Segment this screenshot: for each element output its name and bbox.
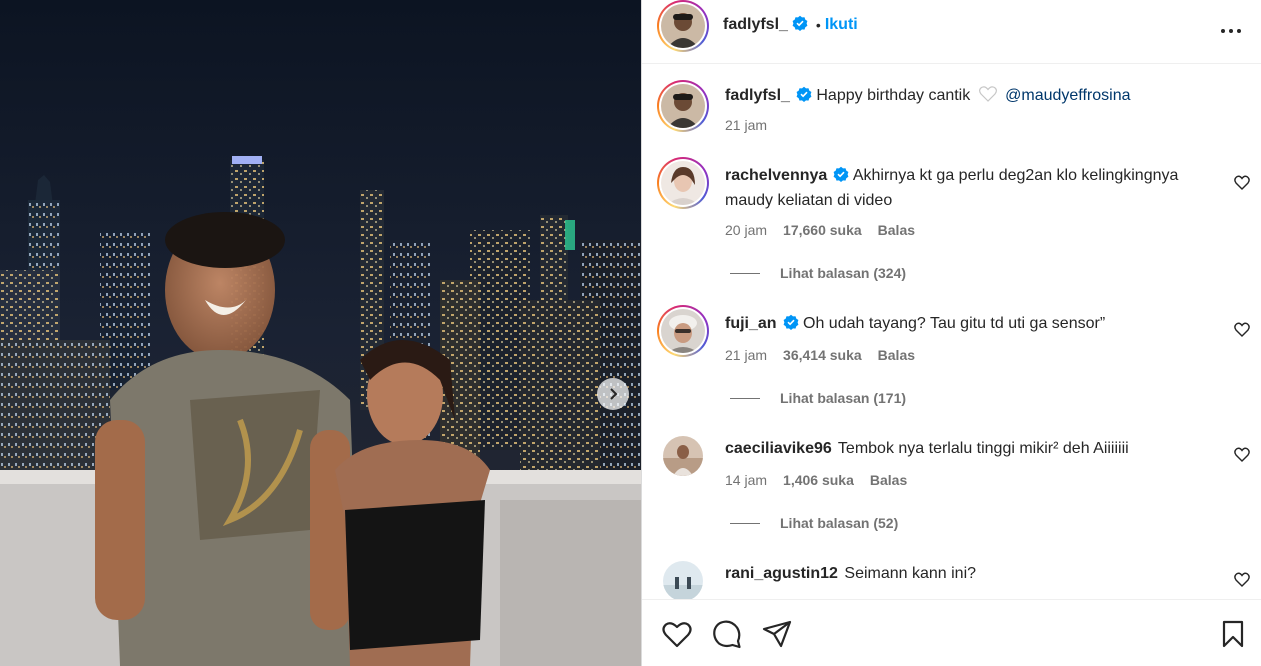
- mention-link[interactable]: @maudyeffrosina: [1005, 87, 1130, 104]
- view-replies-label: Lihat balasan (171): [780, 390, 907, 406]
- bookmark-icon: [1222, 620, 1244, 648]
- next-photo-button[interactable]: [597, 378, 629, 410]
- verified-badge-icon: [783, 314, 799, 337]
- more-icon: [1221, 29, 1241, 33]
- comment-text: caeciliavike96 Tembok nya terlalu tinggi…: [725, 437, 1225, 460]
- reply-button[interactable]: Balas: [870, 472, 907, 488]
- like-comment-heart-icon[interactable]: [1234, 175, 1250, 191]
- reply-button[interactable]: Balas: [878, 347, 915, 363]
- post-header: fadlyfsl_ • Ikuti: [642, 0, 1261, 64]
- comment-username[interactable]: rachelvennya: [725, 167, 827, 184]
- commenter-avatar[interactable]: [663, 561, 703, 599]
- avatar-image: [661, 309, 705, 353]
- replies-divider: [730, 397, 760, 399]
- post-photo[interactable]: [0, 0, 641, 666]
- comment-likes[interactable]: 1,406 suka: [783, 472, 854, 488]
- avatar-image: [661, 84, 705, 128]
- share-icon: [762, 620, 792, 648]
- comment-item: rachelvennya Akhirnya kt ga perlu deg2an…: [642, 145, 1261, 281]
- caption-username[interactable]: fadlyfsl_: [725, 87, 790, 104]
- caption-meta: 21 jam: [725, 117, 767, 133]
- comment-username[interactable]: caeciliavike96: [725, 440, 832, 457]
- view-replies-label: Lihat balasan (52): [780, 515, 899, 531]
- save-button[interactable]: [1217, 618, 1249, 650]
- commenter-avatar[interactable]: [657, 157, 709, 209]
- like-comment-heart-icon[interactable]: [1234, 572, 1250, 588]
- like-comment-heart-icon[interactable]: [1234, 447, 1250, 463]
- comment-text: rani_agustin12 Seimann kann ini?: [725, 562, 1225, 585]
- like-button[interactable]: [661, 618, 693, 650]
- caption-avatar[interactable]: [657, 80, 709, 132]
- comment-item: fuji_an Oh udah tayang? Tau gitu td uti …: [642, 295, 1261, 420]
- view-replies-label: Lihat balasan (324): [780, 265, 907, 281]
- comment-item: rani_agustin12 Seimann kann ini?: [642, 545, 1261, 599]
- caption: fadlyfsl_ Happy birthday cantik @maudyef…: [642, 65, 1261, 145]
- avatar-image: [661, 4, 705, 48]
- post-image: [0, 0, 641, 666]
- comment-time[interactable]: 21 jam: [725, 347, 767, 363]
- share-button[interactable]: [761, 618, 793, 650]
- comment-time[interactable]: 14 jam: [725, 472, 767, 488]
- commenter-avatar[interactable]: [663, 436, 703, 476]
- view-replies-button[interactable]: Lihat balasan (171): [730, 390, 906, 406]
- comment-body: Oh udah tayang? Tau gitu td uti ga senso…: [803, 315, 1106, 332]
- comment-body: Tembok nya terlalu tinggi mikir² deh Aii…: [837, 440, 1129, 457]
- follow-button[interactable]: Ikuti: [825, 16, 858, 34]
- avatar-image: [663, 561, 703, 599]
- caption-body: Happy birthday cantik: [816, 87, 971, 104]
- like-comment-heart-icon[interactable]: [1234, 322, 1250, 338]
- comment-likes[interactable]: 17,660 suka: [783, 222, 862, 238]
- commenter-avatar[interactable]: [657, 305, 709, 357]
- author-username[interactable]: fadlyfsl_: [723, 16, 788, 34]
- reply-button[interactable]: Balas: [878, 222, 915, 238]
- white-heart-icon: [978, 86, 997, 109]
- view-replies-button[interactable]: Lihat balasan (52): [730, 515, 898, 531]
- comment-icon: [713, 620, 741, 649]
- comment-username[interactable]: rani_agustin12: [725, 565, 838, 582]
- comment-item: caeciliavike96 Tembok nya terlalu tinggi…: [642, 420, 1261, 545]
- verified-badge-icon: [796, 86, 812, 109]
- comment-meta: 20 jam 17,660 suka Balas: [725, 222, 915, 238]
- author-avatar[interactable]: [657, 0, 709, 52]
- chevron-right-icon: [610, 388, 618, 400]
- view-replies-button[interactable]: Lihat balasan (324): [730, 265, 906, 281]
- comment-meta: 14 jam 1,406 suka Balas: [725, 472, 907, 488]
- comment-username[interactable]: fuji_an: [725, 315, 777, 332]
- avatar-image: [663, 436, 703, 476]
- caption-text: fadlyfsl_ Happy birthday cantik @maudyef…: [725, 84, 1225, 109]
- comments-list[interactable]: fadlyfsl_ Happy birthday cantik @maudyef…: [642, 65, 1261, 599]
- more-options-button[interactable]: [1218, 18, 1244, 44]
- verified-badge-icon: [833, 166, 849, 189]
- post-action-bar: [642, 599, 1261, 666]
- post-panel: fadlyfsl_ • Ikuti fadlyfsl_ Happy birthd…: [641, 0, 1261, 666]
- replies-divider: [730, 522, 760, 524]
- avatar-image: [661, 161, 705, 205]
- replies-divider: [730, 272, 760, 274]
- comment-likes[interactable]: 36,414 suka: [783, 347, 862, 363]
- comment-text: fuji_an Oh udah tayang? Tau gitu td uti …: [725, 312, 1225, 337]
- comment-button[interactable]: [711, 618, 743, 650]
- comment-text: rachelvennya Akhirnya kt ga perlu deg2an…: [725, 164, 1225, 212]
- separator-dot: •: [815, 17, 821, 33]
- comment-time[interactable]: 20 jam: [725, 222, 767, 238]
- comment-body: Seimann kann ini?: [844, 565, 977, 582]
- heart-icon: [662, 621, 692, 647]
- comment-meta: 21 jam 36,414 suka Balas: [725, 347, 915, 363]
- caption-time[interactable]: 21 jam: [725, 117, 767, 133]
- verified-badge-icon: [792, 15, 808, 36]
